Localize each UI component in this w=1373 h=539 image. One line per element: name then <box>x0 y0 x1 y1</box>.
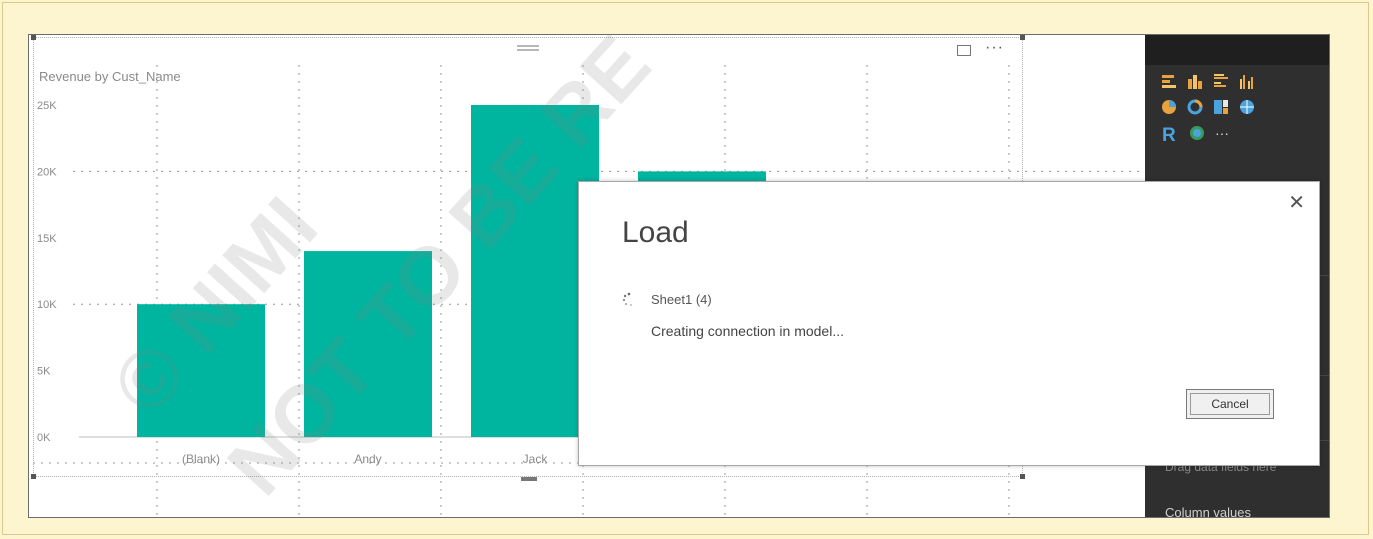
clustered-bar-chart-icon[interactable] <box>1213 73 1229 89</box>
dialog-title: Load <box>622 216 689 249</box>
x-tick-label: (Blank) <box>182 452 220 466</box>
globe-map-icon[interactable] <box>1239 99 1255 115</box>
y-tick-label: 20K <box>37 166 57 178</box>
visual-type-gallery: R ··· <box>1161 69 1329 147</box>
stacked-column-chart-icon[interactable] <box>1187 73 1203 89</box>
treemap-icon[interactable] <box>1213 99 1229 115</box>
donut-chart-icon[interactable] <box>1187 99 1203 115</box>
x-tick-label: Andy <box>354 452 381 466</box>
x-tick-label: Jack <box>523 452 549 466</box>
y-tick-label: 5K <box>37 366 51 378</box>
pane-header <box>1145 35 1329 65</box>
more-visuals-icon[interactable]: ··· <box>1215 125 1235 141</box>
y-tick-label: 0K <box>37 432 51 444</box>
r-visual-label: R <box>1162 125 1176 143</box>
cancel-button[interactable]: Cancel <box>1186 389 1274 419</box>
y-tick-label: 25K <box>37 100 57 112</box>
load-item-name: Sheet1 (4) <box>651 292 712 307</box>
column-values-label: Column values <box>1165 505 1251 518</box>
load-item-status: Creating connection in model... <box>651 323 844 339</box>
loading-spinner-icon <box>622 292 636 306</box>
filled-map-icon[interactable] <box>1189 125 1205 141</box>
close-icon[interactable]: ✕ <box>1288 190 1305 215</box>
pie-chart-icon[interactable] <box>1161 99 1177 115</box>
stacked-bar-chart-icon[interactable] <box>1161 73 1177 89</box>
y-tick-label: 15K <box>37 233 57 245</box>
bar <box>304 251 432 437</box>
r-visual-icon[interactable]: R <box>1161 125 1179 143</box>
y-tick-label: 10K <box>37 299 57 311</box>
bar <box>137 304 265 437</box>
clustered-column-chart-icon[interactable] <box>1239 73 1255 89</box>
load-dialog: Load ✕ Sheet1 (4) Creating connection in… <box>578 181 1320 466</box>
